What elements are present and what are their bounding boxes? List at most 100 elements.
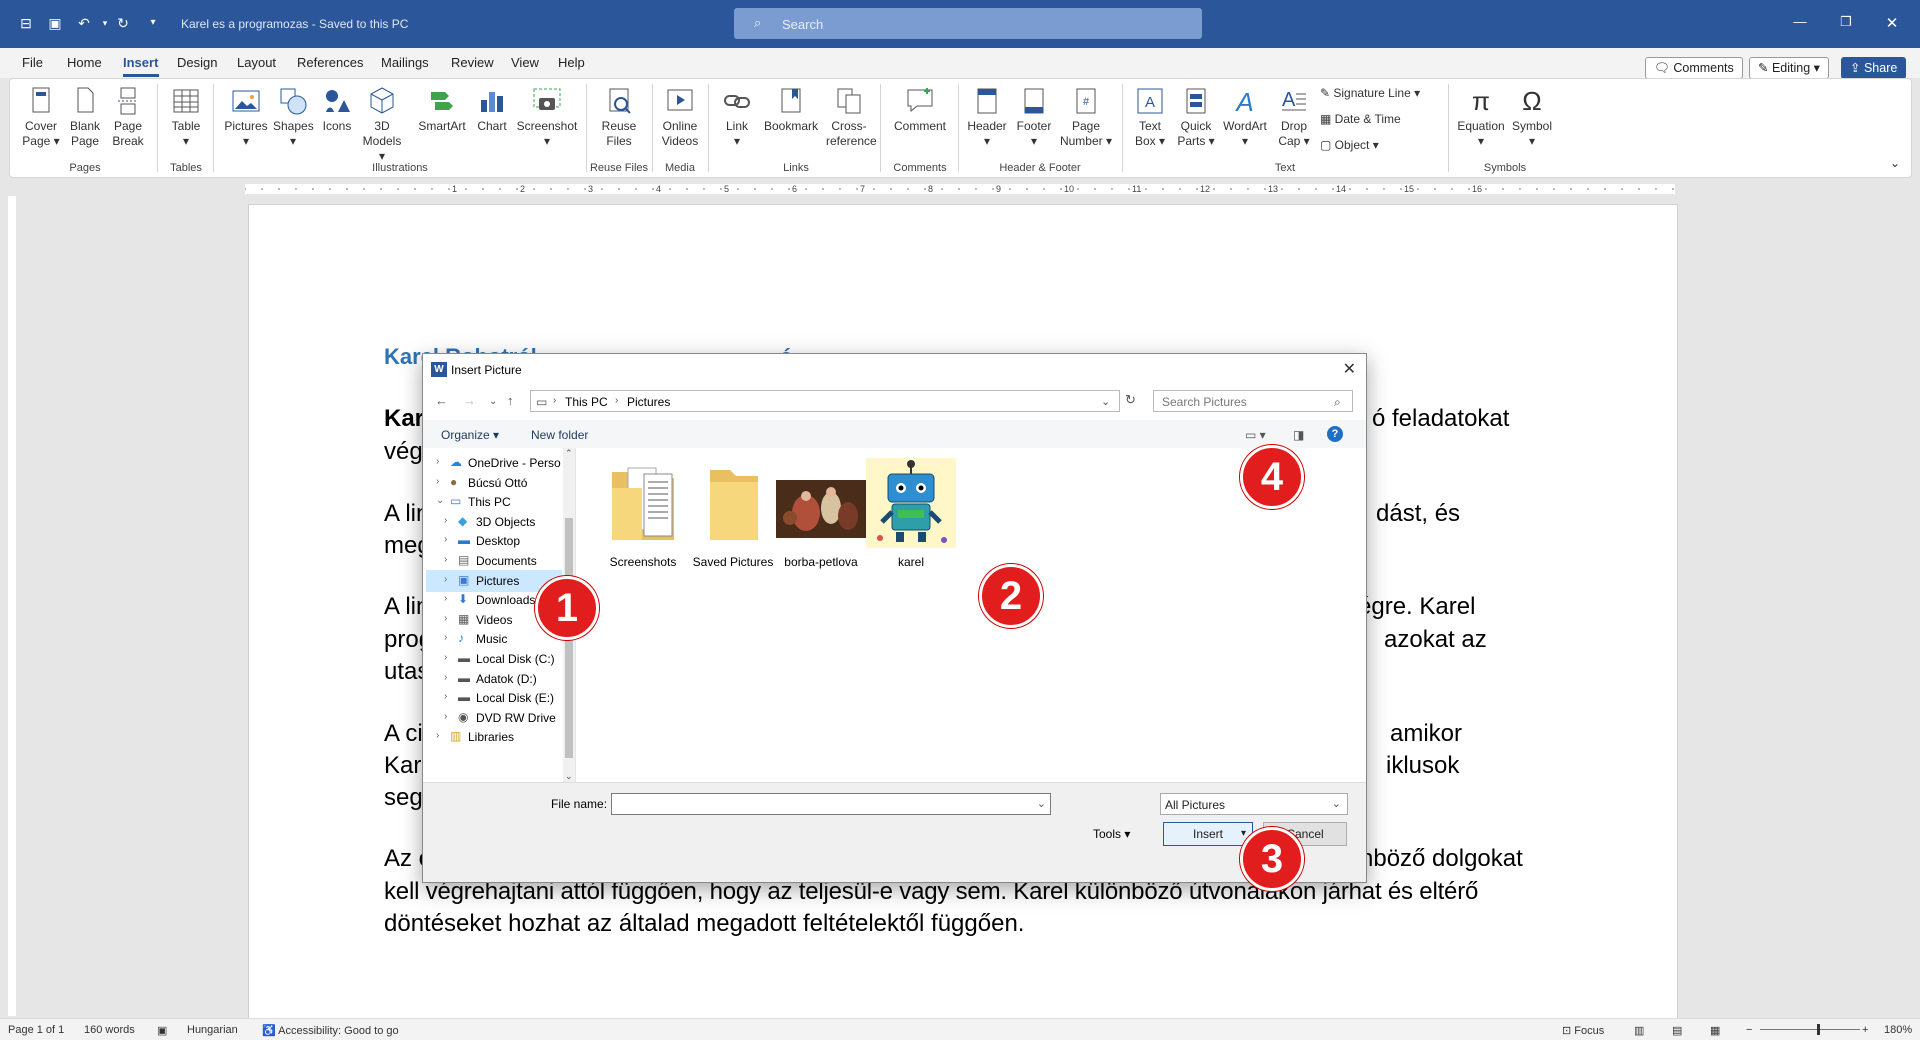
comment-button[interactable]: Comment <box>888 86 952 134</box>
new-folder-button[interactable]: New folder <box>531 428 588 442</box>
word-count[interactable]: 160 words <box>84 1024 135 1036</box>
date-time-button[interactable]: ▦ Date & Time <box>1320 112 1438 127</box>
zoom-slider-thumb[interactable] <box>1817 1024 1820 1035</box>
chevron-right-icon[interactable]: › <box>444 554 454 565</box>
zoom-out-icon[interactable]: − <box>1746 1024 1752 1036</box>
zoom-in-icon[interactable]: + <box>1862 1024 1868 1036</box>
organize-button[interactable]: Organize ▾ <box>441 428 499 442</box>
comments-button[interactable]: 🗨 Comments <box>1645 57 1743 79</box>
chevron-right-icon[interactable]: › <box>436 456 446 467</box>
tab-file[interactable]: File <box>22 55 43 70</box>
address-bar[interactable]: ▭ › This PC › Pictures ⌄ <box>530 390 1120 412</box>
tab-layout[interactable]: Layout <box>237 55 276 70</box>
read-mode-icon[interactable]: ▥ <box>1634 1024 1644 1037</box>
redo-icon[interactable]: ↻ <box>115 15 131 31</box>
icons-button[interactable]: Icons <box>318 86 356 134</box>
signature-line-button[interactable]: ✎ Signature Line ▾ <box>1320 86 1438 101</box>
share-button[interactable]: ⇪ Share <box>1841 57 1907 79</box>
symbol-button[interactable]: Ω Symbol ▾ <box>1510 86 1554 149</box>
breadcrumb-pictures[interactable]: Pictures <box>627 395 670 409</box>
forward-arrow-icon[interactable]: → <box>463 393 476 408</box>
vertical-ruler[interactable] <box>8 196 16 1016</box>
close-icon[interactable]: ✕ <box>1343 359 1356 379</box>
drop-cap-button[interactable]: A Drop Cap ▾ <box>1274 86 1314 149</box>
chart-button[interactable]: Chart <box>474 86 510 134</box>
footer-button[interactable]: Footer ▾ <box>1012 86 1056 149</box>
blank-page-button[interactable]: Blank Page <box>67 86 103 149</box>
file-name-dropdown-icon[interactable]: ⌄ <box>1037 797 1046 810</box>
close-window-icon[interactable]: ✕ <box>1882 14 1902 32</box>
restore-icon[interactable]: ❐ <box>1836 14 1856 30</box>
screenshot-button[interactable]: Screenshot ▾ <box>514 86 580 149</box>
equation-button[interactable]: π Equation ▾ <box>1452 86 1510 149</box>
tools-button[interactable]: Tools ▾ <box>1093 827 1130 841</box>
text-box-button[interactable]: A Text Box ▾ <box>1130 86 1170 149</box>
cover-page-button[interactable]: Cover Page ▾ <box>18 86 64 149</box>
address-dropdown-icon[interactable]: ⌄ <box>1101 395 1110 408</box>
page-count[interactable]: Page 1 of 1 <box>8 1024 64 1036</box>
focus-button[interactable]: ⊡ Focus <box>1562 1024 1604 1037</box>
file-name-input[interactable]: ⌄ <box>611 793 1051 815</box>
page-break-button[interactable]: Page Break <box>110 86 146 149</box>
chevron-right-icon[interactable]: › <box>444 593 454 604</box>
reuse-files-button[interactable]: Reuse Files <box>594 86 644 149</box>
chevron-right-icon[interactable]: › <box>444 672 454 683</box>
tab-help[interactable]: Help <box>558 55 585 70</box>
file-item-borba-petlova[interactable]: borba-petlova <box>776 458 866 569</box>
object-button[interactable]: ▢ Object ▾ <box>1320 138 1438 153</box>
tab-design[interactable]: Design <box>177 55 217 70</box>
file-item-saved-pictures[interactable]: Saved Pictures <box>688 458 778 569</box>
tab-view[interactable]: View <box>511 55 539 70</box>
file-item-screenshots[interactable]: Screenshots <box>598 458 688 569</box>
chevron-right-icon[interactable]: › <box>444 711 454 722</box>
recent-locations-icon[interactable]: ⌄ <box>489 396 497 407</box>
customize-toolbar-icon[interactable]: ▾ <box>145 15 161 31</box>
3d-models-button[interactable]: 3D Models ▾ <box>360 86 404 164</box>
preview-pane-icon[interactable]: ◨ <box>1293 428 1304 442</box>
insert-button[interactable]: Insert ▾ <box>1163 822 1253 846</box>
chevron-right-icon[interactable]: › <box>444 613 454 624</box>
scroll-up-icon[interactable]: ⌃ <box>565 448 573 459</box>
smartart-button[interactable]: SmartArt <box>416 86 468 134</box>
web-layout-icon[interactable]: ▦ <box>1710 1024 1720 1037</box>
cross-reference-button[interactable]: Cross-reference <box>826 86 877 149</box>
help-icon[interactable]: ? <box>1327 426 1343 442</box>
chevron-right-icon[interactable]: › <box>444 574 454 585</box>
editing-button[interactable]: ✎ Editing ▾ <box>1749 57 1829 79</box>
chevron-right-icon[interactable]: › <box>444 534 454 545</box>
scroll-down-icon[interactable]: ⌄ <box>565 771 573 782</box>
horizontal-ruler[interactable]: 1 2 3 4 5 6 7 8 9 10 11 12 13 14 15 16 <box>245 184 1675 194</box>
view-options-icon[interactable]: ▭ ▾ <box>1245 428 1266 442</box>
table-button[interactable]: Table ▾ <box>166 86 206 149</box>
back-arrow-icon[interactable]: ← <box>435 393 448 408</box>
quick-parts-button[interactable]: Quick Parts ▾ <box>1174 86 1218 149</box>
tab-mailings[interactable]: Mailings <box>381 55 429 70</box>
file-type-select[interactable]: All Pictures ⌄ <box>1160 793 1348 815</box>
online-videos-button[interactable]: Online Videos <box>658 86 702 149</box>
minimize-icon[interactable]: — <box>1790 14 1810 29</box>
chevron-right-icon[interactable]: › <box>444 652 454 663</box>
chevron-right-icon[interactable]: › <box>436 730 446 741</box>
tab-review[interactable]: Review <box>451 55 494 70</box>
tab-insert[interactable]: Insert <box>123 55 158 70</box>
proofing-icon[interactable]: ▣ <box>157 1024 167 1037</box>
tab-references[interactable]: References <box>297 55 363 70</box>
collapse-ribbon-icon[interactable]: ⌄ <box>1890 156 1900 171</box>
chevron-right-icon[interactable]: › <box>444 632 454 643</box>
undo-dropdown-icon[interactable]: ▾ <box>97 15 113 31</box>
print-layout-icon[interactable]: ▤ <box>1672 1024 1682 1037</box>
accessibility-status[interactable]: ♿ Accessibility: Good to go <box>262 1024 399 1037</box>
bookmark-button[interactable]: Bookmark <box>760 86 822 134</box>
header-button[interactable]: Header ▾ <box>964 86 1010 149</box>
file-item-karel[interactable]: karel <box>866 458 956 569</box>
shapes-button[interactable]: Shapes ▾ <box>273 86 314 149</box>
up-arrow-icon[interactable]: ↑ <box>507 393 514 408</box>
zoom-level[interactable]: 180% <box>1884 1024 1912 1036</box>
breadcrumb-this-pc[interactable]: This PC <box>565 395 608 409</box>
undo-icon[interactable]: ↶ <box>76 15 92 31</box>
autosave-icon[interactable]: ⊟ <box>18 15 34 31</box>
tab-home[interactable]: Home <box>67 55 102 70</box>
search-pictures-input[interactable]: Search Pictures ⌕ <box>1153 390 1353 412</box>
chevron-right-icon[interactable]: › <box>444 691 454 702</box>
tree-item[interactable]: › ▥ Libraries <box>426 726 562 748</box>
